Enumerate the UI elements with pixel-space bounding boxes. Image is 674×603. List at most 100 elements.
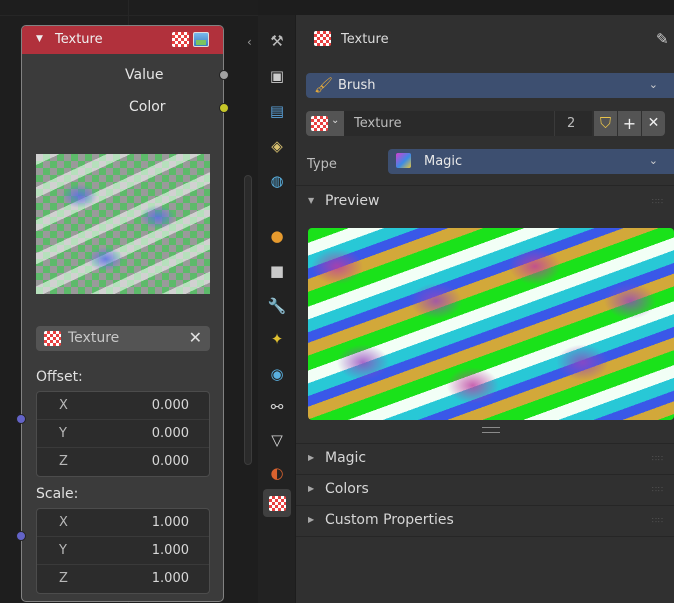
preview-resize-handle[interactable] [482,427,500,433]
brush-icon: 🖌 [314,76,334,94]
node-header[interactable]: ▼ Texture [22,26,223,54]
scale-y-field[interactable]: Y 1.000 [37,537,209,565]
data-icon: ▽ [271,431,283,449]
pin-icon[interactable]: ✎ [656,30,669,48]
texture-preview-image [308,228,674,420]
browse-texture-button[interactable]: ⌄ [306,111,344,136]
collapsed-triangle-icon: ▶ [308,453,315,462]
texture-name-text: Texture [354,116,402,131]
axis-label: X [59,398,68,413]
axis-label: Z [59,454,68,469]
axis-value: 0.000 [151,454,189,469]
offset-z-field[interactable]: Z 0.000 [37,448,209,476]
magic-texture-icon [396,153,411,168]
texture-node[interactable]: ▼ Texture Value Color Texture ✕ Offset: … [16,25,229,602]
tab-object[interactable]: ■ [263,257,291,285]
texture-icon [269,496,286,511]
physics-icon: ◉ [270,365,284,383]
tab-scene[interactable]: ◍ [263,167,291,195]
output-value-label: Value [125,67,164,83]
axis-value: 1.000 [151,543,189,558]
axis-label: Y [59,426,67,441]
offset-y-field[interactable]: Y 0.000 [37,420,209,448]
output-color-label: Color [129,99,166,115]
axis-label: X [59,515,68,530]
scale-label: Scale: [36,486,79,502]
brush-context-dropdown[interactable]: 🖌 Brush ⌄ [306,73,674,98]
checkerboard-icon [44,331,61,346]
chevron-down-icon: ⌄ [331,115,340,126]
particles-icon: ✦ [270,330,284,348]
tab-material[interactable]: ◐ [263,459,291,487]
divider [296,185,674,186]
collapsed-triangle-icon: ▶ [308,515,315,524]
fake-user-shield-icon[interactable]: ⛉ [594,111,617,136]
tab-texture[interactable] [263,489,291,517]
clear-texture-button[interactable]: ✕ [189,328,202,347]
tab-modifier[interactable]: 🔧 [263,292,291,320]
texture-type-dropdown[interactable]: Magic ⌄ [388,149,674,174]
object-icon: ■ [269,262,285,280]
offset-x-field[interactable]: X 0.000 [37,392,209,420]
tab-output[interactable]: ▤ [263,97,291,125]
texture-field-label: Texture [68,330,120,346]
tab-physics[interactable]: ◉ [263,360,291,388]
texture-name-field[interactable]: Texture [344,111,554,136]
drag-grip-icon[interactable]: ∷∷ [652,197,664,206]
texture-selector-field[interactable]: Texture ✕ [36,326,210,351]
material-icon: ◐ [270,464,284,482]
tab-world[interactable]: ● [263,222,291,250]
offset-input-socket[interactable] [16,414,26,424]
expanded-triangle-icon: ▼ [308,196,315,205]
scale-vector: X 1.000 Y 1.000 Z 1.000 [36,508,210,594]
checkerboard-icon [172,32,189,47]
texture-datablock-selector: ⌄ Texture 2 ⛉ + ✕ [306,111,674,136]
output-value-socket[interactable] [219,70,229,80]
user-count-text: 2 [567,116,576,131]
axis-value: 0.000 [151,426,189,441]
divider [296,536,674,537]
tab-particles[interactable]: ✦ [263,325,291,353]
axis-label: Z [59,571,68,586]
tool-icon: ⚒ [270,32,284,50]
output-icon: ▤ [269,102,285,120]
panel-colors-header[interactable]: ▶ Colors ∷∷ [296,475,674,505]
node-editor[interactable]: ‹ ▼ Texture Value Color Texture ✕ Offset… [0,0,258,603]
checkerboard-icon [314,31,331,46]
node-title: Texture [55,32,103,47]
axis-value: 1.000 [151,515,189,530]
drag-grip-icon[interactable]: ∷∷ [652,516,664,525]
world-icon: ● [270,227,284,245]
chevron-down-icon: ⌄ [648,78,658,91]
properties-panel: Texture ✎ 🖌 Brush ⌄ ⌄ Texture 2 ⛉ + ✕ Ty… [296,15,674,603]
panel-label: Magic [325,450,367,466]
panel-preview-header[interactable]: ▼ Preview ∷∷ [296,187,674,217]
view-layer-icon: ◈ [271,137,283,155]
drag-grip-icon[interactable]: ∷∷ [652,454,664,463]
scale-z-field[interactable]: Z 1.000 [37,565,209,593]
brush-dropdown-label: Brush [338,78,376,93]
constraints-icon: ⚯ [270,398,284,416]
output-color-socket[interactable] [219,103,229,113]
tab-constraints[interactable]: ⚯ [263,393,291,421]
tab-tool[interactable]: ⚒ [263,27,291,55]
scale-input-socket[interactable] [16,531,26,541]
new-texture-button[interactable]: + [618,111,641,136]
scale-x-field[interactable]: X 1.000 [37,509,209,537]
user-count-button[interactable]: 2 [554,111,592,136]
tab-render[interactable]: ▣ [263,62,291,90]
axis-value: 1.000 [151,571,189,586]
drag-grip-icon[interactable]: ∷∷ [652,485,664,494]
render-icon: ▣ [269,67,285,85]
panel-custom-properties-header[interactable]: ▶ Custom Properties ∷∷ [296,506,674,536]
axis-value: 0.000 [151,398,189,413]
region-collapse-arrow-icon[interactable]: ‹ [247,35,252,49]
tab-view-layer[interactable]: ◈ [263,132,291,160]
grid-line [0,15,258,16]
collapse-triangle-icon[interactable]: ▼ [36,34,43,44]
unlink-texture-button[interactable]: ✕ [642,111,665,136]
tab-data[interactable]: ▽ [263,426,291,454]
node-editor-scrollbar[interactable] [244,175,252,465]
image-preview-icon[interactable] [193,32,209,47]
panel-magic-header[interactable]: ▶ Magic ∷∷ [296,444,674,474]
